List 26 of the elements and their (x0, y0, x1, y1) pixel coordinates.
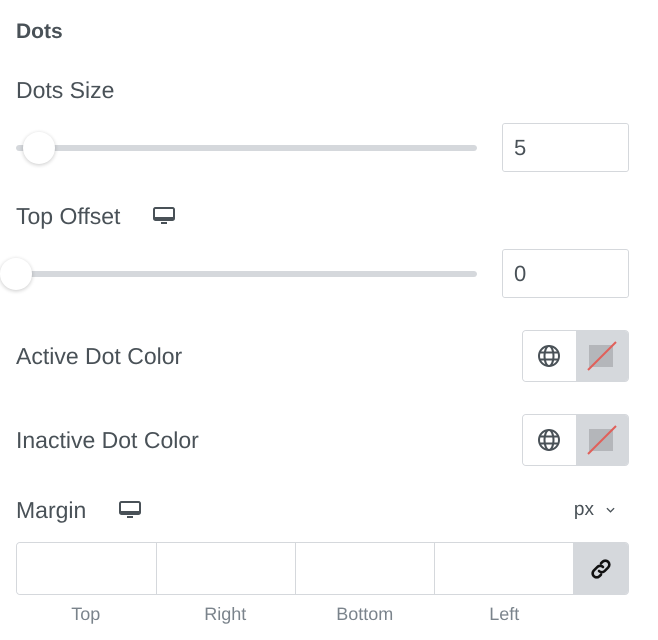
side-label: Right (204, 603, 246, 625)
unit-dropdown[interactable]: px (574, 499, 615, 521)
control-label: Inactive Dot Color (16, 426, 199, 455)
globe-icon (537, 344, 562, 368)
link-values-button[interactable] (573, 543, 628, 594)
control-label: Margin (16, 496, 86, 525)
side-label: Bottom (336, 603, 394, 625)
link-icon (588, 556, 612, 580)
control-label: Top Offset (16, 202, 120, 231)
slider-thumb[interactable] (23, 132, 56, 164)
control-label: Dots Size (16, 76, 114, 105)
number-input[interactable]: 5 (502, 123, 629, 172)
no-color-icon (586, 341, 617, 371)
control-label: Active Dot Color (16, 342, 182, 371)
desktop-icon[interactable] (153, 207, 176, 225)
color-swatch-button[interactable] (576, 331, 628, 381)
no-color-icon (586, 425, 617, 455)
section-title: Dots (16, 19, 63, 45)
color-swatch-button[interactable] (576, 415, 628, 465)
desktop-icon[interactable] (119, 501, 142, 519)
slider-thumb[interactable] (0, 258, 32, 290)
side-label: Left (489, 603, 520, 625)
globe-icon (537, 428, 562, 452)
side-label: Top (71, 603, 100, 625)
number-input[interactable]: 0 (502, 249, 629, 298)
caret-icon (606, 507, 615, 513)
